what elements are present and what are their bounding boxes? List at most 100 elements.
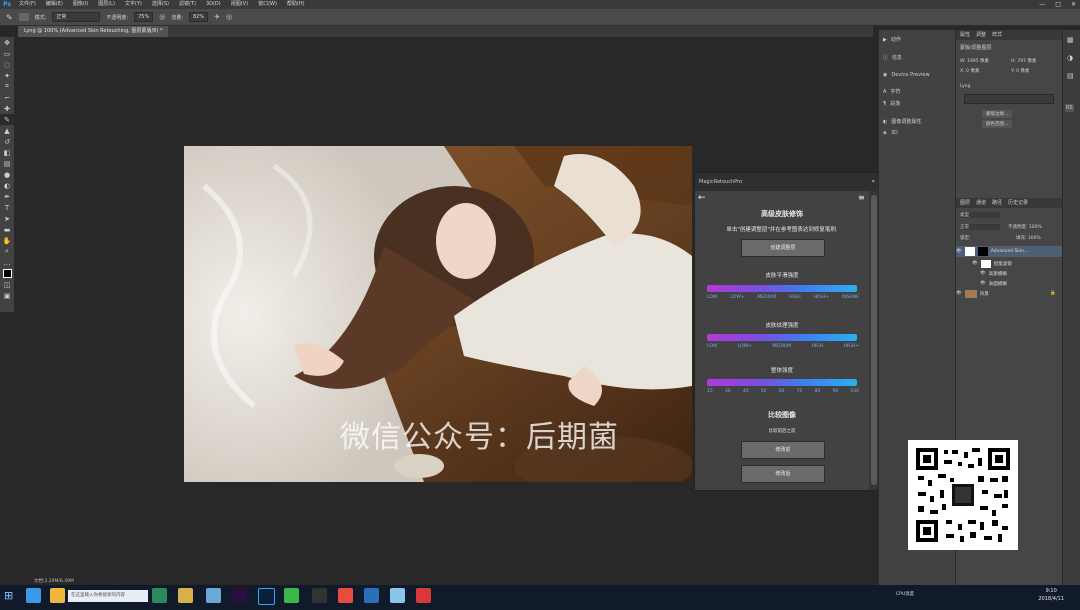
pressure-size-icon[interactable]: ◎ [226,13,232,21]
width-field[interactable]: W: 1995 像素 [960,58,989,64]
healing-tool-icon[interactable]: ✚ [0,103,14,114]
y-field[interactable]: Y: 0 像素 [1011,68,1029,74]
eraser-tool-icon[interactable]: ◧ [0,147,14,158]
history-brush-tool-icon[interactable]: ↺ [0,136,14,147]
after-button[interactable]: 修改后 [741,465,825,483]
mask-edge-button[interactable]: 蒙版边缘... [982,110,1013,118]
lasso-tool-icon[interactable]: ◌ [0,59,14,70]
blend-mode-select[interactable]: 正常 [960,224,1000,230]
document-tab[interactable]: Lyng @ 100% (Advanced Skin Retouching, 图… [18,26,169,37]
folder-icon[interactable] [178,588,193,603]
skin-smoothing-slider[interactable] [707,285,857,292]
opacity-control[interactable]: 不透明度: 100% [1008,224,1042,230]
character-panel-button[interactable]: A 字符 [883,88,900,96]
maximize-button[interactable]: □ [1055,0,1061,9]
menu-edit[interactable]: 编辑(E) [41,0,68,9]
premiere-icon[interactable] [232,588,247,603]
device-preview-button[interactable]: ◉ Device Preview [883,72,930,78]
actions-panel-button[interactable]: ▶ 动作 [883,36,901,44]
x-field[interactable]: X: 0 像素 [960,68,979,74]
skin-texture-slider[interactable] [707,334,857,341]
flow-field[interactable]: 82% [189,12,209,22]
layer-filter-select[interactable]: 类型 [960,212,1000,218]
density-slider[interactable] [964,94,1054,104]
more-tools-icon[interactable]: … [0,257,14,268]
color-icon[interactable]: ◑ [1067,54,1073,62]
pressure-opacity-icon[interactable]: ◎ [159,13,165,21]
menu-type[interactable]: 文字(Y) [120,0,147,9]
crop-tool-icon[interactable]: ⌗ [0,81,14,92]
hand-tool-icon[interactable]: ✋ [0,235,14,246]
green-app-icon[interactable] [284,588,299,603]
layer-row[interactable]: 👁 Advanced Skin... [956,246,1062,257]
quick-mask-icon[interactable]: ◫ [0,279,14,290]
tab-adjustments[interactable]: 调整 [976,30,986,40]
menu-file[interactable]: 文件(F) [14,0,41,9]
menu-image[interactable]: 图像(I) [68,0,93,9]
wechat-icon[interactable] [152,588,167,603]
gradient-tool-icon[interactable]: ▤ [0,158,14,169]
blur-tool-icon[interactable]: ● [0,169,14,180]
app-icon-5[interactable] [416,588,431,603]
overall-strength-slider[interactable] [707,379,857,386]
pen-tool-icon[interactable]: ✒ [0,191,14,202]
create-adjustment-button[interactable]: 创建调整层 [741,239,825,257]
path-select-tool-icon[interactable]: ➤ [0,213,14,224]
browser-icon[interactable] [26,588,41,603]
adjustments-panel-button[interactable]: ◐ 图像调整属性 [883,118,921,126]
menu-layer[interactable]: 图层(L) [93,0,120,9]
tab-styles[interactable]: 样式 [992,30,1002,40]
eyedropper-tool-icon[interactable]: ⌐ [0,92,14,103]
menu-select[interactable]: 选择(S) [147,0,174,9]
shape-tool-icon[interactable]: ▬ [0,224,14,235]
move-tool-icon[interactable]: ✥ [0,37,14,48]
menu-help[interactable]: 帮助(H) [282,0,310,9]
app-icon-2[interactable] [312,588,327,603]
brush-tool-icon[interactable]: ✎ [6,13,13,22]
3d-panel-button[interactable]: ◈ 3D [883,130,898,136]
type-tool-icon[interactable]: T [0,202,14,213]
minimize-button[interactable]: — [1039,0,1045,9]
brush-tool-icon[interactable]: ✎ [0,114,14,125]
marquee-tool-icon[interactable]: ▭ [0,48,14,59]
app-icon-4[interactable] [390,588,405,603]
airbrush-icon[interactable]: ✈ [214,13,220,21]
zoom-tool-icon[interactable]: ⌕ [0,246,14,257]
height-field[interactable]: H: 797 像素 [1011,58,1036,64]
back-arrow-icon[interactable]: ← [698,193,706,203]
plugin-header[interactable]: MagicRetouchPro « [695,173,879,191]
swatches-icon[interactable]: ▤ [1067,72,1074,80]
menu-filter[interactable]: 滤镜(T) [174,0,201,9]
app-logo[interactable]: Ps [0,0,14,9]
search-box[interactable]: 在这里输入你要搜索的内容 [68,590,148,602]
eye-icon[interactable]: 👁 [980,281,986,286]
rs-icon[interactable]: RS [1065,104,1074,112]
plugin-collapse-icon[interactable]: « [871,173,875,191]
eye-icon[interactable]: 👁 [956,291,962,296]
chrome-icon[interactable] [338,588,353,603]
app-icon[interactable] [50,588,65,603]
color-swatch-icon[interactable] [0,268,14,279]
info-panel-button[interactable]: ⓘ 信息 [883,54,902,61]
menu-view[interactable]: 视图(V) [226,0,253,9]
mode-select[interactable]: 正常 [52,12,101,22]
eye-icon[interactable]: 👁 [980,271,986,276]
system-clock[interactable]: 9:10 2018/4/11 [1038,587,1064,603]
eye-icon[interactable]: 👁 [972,261,978,266]
screen-mode-icon[interactable]: ▣ [0,290,14,301]
layer-row[interactable]: 👁 背景 🔒 [956,288,1062,299]
stamp-tool-icon[interactable]: ▲ [0,125,14,136]
fill-control[interactable]: 填充: 100% [1016,235,1041,241]
tab-channels[interactable]: 通道 [976,198,986,208]
dodge-tool-icon[interactable]: ◐ [0,180,14,191]
app-icon-3[interactable] [364,588,379,603]
windows-icon[interactable]: ⊞ [4,589,13,602]
network-icon[interactable] [206,588,221,603]
menu-window[interactable]: 窗口(W) [253,0,282,9]
tab-paths[interactable]: 路径 [992,198,1002,208]
tab-properties[interactable]: 属性 [960,30,970,40]
opacity-field[interactable]: 75% [134,12,154,22]
close-button[interactable]: ✕ [1071,0,1076,9]
hamburger-icon[interactable]: ≡ [858,193,865,202]
magic-wand-tool-icon[interactable]: ✦ [0,70,14,81]
